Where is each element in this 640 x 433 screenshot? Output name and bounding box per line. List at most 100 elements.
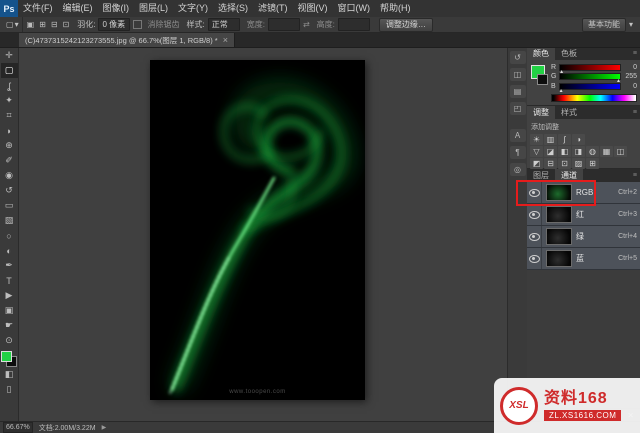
clone-source-panel-icon[interactable]: ◎: [510, 163, 526, 176]
channel-row-blue[interactable]: 蓝 Ctrl+5: [527, 248, 640, 270]
vibrance-icon[interactable]: ▽: [530, 146, 543, 157]
visibility-toggle[interactable]: [527, 248, 542, 269]
green-value[interactable]: 255: [624, 73, 637, 80]
subtract-selection-icon[interactable]: ⊟: [50, 20, 59, 29]
height-input[interactable]: [338, 18, 370, 31]
zoom-tool[interactable]: ⊙: [1, 333, 18, 348]
foreground-color-swatch[interactable]: [1, 351, 12, 362]
menu-filter[interactable]: 滤镜(T): [253, 0, 293, 17]
gradient-tool[interactable]: ▧: [1, 213, 18, 228]
hue-saturation-icon[interactable]: ◪: [544, 146, 557, 157]
eraser-tool[interactable]: ▭: [1, 198, 18, 213]
close-icon[interactable]: ×: [223, 35, 228, 45]
menu-edit[interactable]: 编辑(E): [58, 0, 98, 17]
gradient-map-icon[interactable]: ▨: [572, 158, 585, 169]
visibility-toggle[interactable]: [527, 204, 542, 225]
visibility-toggle[interactable]: [527, 182, 542, 203]
path-selection-tool[interactable]: ▶: [1, 288, 18, 303]
pen-tool[interactable]: ✒: [1, 258, 18, 273]
brush-tool[interactable]: ✐: [1, 153, 18, 168]
tab-channels[interactable]: 通道: [555, 169, 583, 182]
exposure-icon[interactable]: ◑: [572, 134, 585, 145]
tool-preset-picker[interactable]: ▢ ▾: [3, 17, 23, 32]
color-lookup-icon[interactable]: ◫: [614, 146, 627, 157]
menu-file[interactable]: 文件(F): [18, 0, 58, 17]
quick-mask-button[interactable]: ◧: [1, 367, 18, 382]
tab-swatches[interactable]: 色板: [555, 47, 583, 60]
paragraph-panel-icon[interactable]: ¶: [510, 146, 526, 159]
tab-adjustments[interactable]: 调整: [527, 106, 555, 119]
panel-menu-icon[interactable]: ≡: [630, 169, 640, 182]
antialias-checkbox[interactable]: [133, 20, 142, 29]
move-tool[interactable]: ✛: [1, 48, 18, 63]
menu-image[interactable]: 图像(I): [98, 0, 135, 17]
quick-selection-tool[interactable]: ✦: [1, 93, 18, 108]
channel-thumbnail[interactable]: [546, 250, 572, 267]
workspace-button[interactable]: 基本功能: [582, 18, 626, 32]
menu-layer[interactable]: 图层(L): [134, 0, 173, 17]
black-white-icon[interactable]: ◨: [572, 146, 585, 157]
channel-row-green[interactable]: 绿 Ctrl+4: [527, 226, 640, 248]
background-color-swatch[interactable]: [537, 74, 548, 85]
shape-tool[interactable]: ▣: [1, 303, 18, 318]
document-canvas[interactable]: www.tooopen.com: [150, 60, 365, 400]
swap-dimensions-icon[interactable]: ⇄: [303, 20, 310, 29]
panel-menu-icon[interactable]: ≡: [630, 47, 640, 60]
history-panel-icon[interactable]: ↺: [510, 51, 526, 64]
lasso-tool[interactable]: ʆ: [1, 78, 18, 93]
clone-stamp-tool[interactable]: ◉: [1, 168, 18, 183]
channel-row-red[interactable]: 红 Ctrl+3: [527, 204, 640, 226]
hand-tool[interactable]: ☛: [1, 318, 18, 333]
posterize-icon[interactable]: ⊟: [544, 158, 557, 169]
visibility-toggle[interactable]: [527, 226, 542, 247]
intersect-selection-icon[interactable]: ⊡: [62, 20, 71, 29]
invert-icon[interactable]: ◩: [530, 158, 543, 169]
channel-thumbnail[interactable]: [546, 228, 572, 245]
color-spectrum-ramp[interactable]: [551, 94, 637, 102]
blue-slider[interactable]: ▲: [559, 83, 621, 90]
character-panel-icon[interactable]: A: [510, 129, 526, 142]
red-slider[interactable]: ▲: [559, 64, 621, 71]
brightness-contrast-icon[interactable]: ☀: [530, 134, 543, 145]
eyedropper-tool[interactable]: ◗: [1, 123, 18, 138]
tab-styles[interactable]: 样式: [555, 106, 583, 119]
dodge-tool[interactable]: ◐: [1, 243, 18, 258]
selective-color-icon[interactable]: ⊞: [586, 158, 599, 169]
style-select[interactable]: 正常: [208, 18, 240, 31]
tab-color[interactable]: 颜色: [527, 47, 555, 60]
menu-type[interactable]: 文字(Y): [173, 0, 213, 17]
green-slider[interactable]: ▲: [559, 73, 621, 80]
info-panel-icon[interactable]: ▤: [510, 85, 526, 98]
menu-select[interactable]: 选择(S): [213, 0, 253, 17]
blue-value[interactable]: 0: [624, 83, 637, 90]
photo-filter-icon[interactable]: ◍: [586, 146, 599, 157]
new-selection-icon[interactable]: ▣: [26, 20, 36, 29]
menu-view[interactable]: 视图(V): [293, 0, 333, 17]
channel-mixer-icon[interactable]: ▦: [600, 146, 613, 157]
healing-brush-tool[interactable]: ⊕: [1, 138, 18, 153]
feather-input[interactable]: 0 像素: [98, 18, 130, 31]
red-value[interactable]: 0: [624, 64, 637, 71]
menu-help[interactable]: 帮助(H): [375, 0, 416, 17]
channel-row-rgb[interactable]: RGB Ctrl+2: [527, 182, 640, 204]
history-brush-tool[interactable]: ↺: [1, 183, 18, 198]
slider-handle-icon[interactable]: ▲: [559, 89, 564, 94]
crop-tool[interactable]: ⌗: [1, 108, 18, 123]
type-tool[interactable]: T: [1, 273, 18, 288]
levels-icon[interactable]: ▥: [544, 134, 557, 145]
width-input[interactable]: [268, 18, 300, 31]
refine-edge-button[interactable]: 调整边缘…: [379, 18, 433, 32]
document-tab[interactable]: (C)4737315242123273555.jpg @ 66.7%(图层 1,…: [19, 33, 235, 47]
tab-layers[interactable]: 图层: [527, 169, 555, 182]
screen-mode-button[interactable]: ▯: [1, 382, 18, 397]
zoom-level-field[interactable]: 66.67%: [3, 422, 33, 433]
channel-thumbnail[interactable]: [546, 206, 572, 223]
menu-window[interactable]: 窗口(W): [333, 0, 376, 17]
blur-tool[interactable]: ○: [1, 228, 18, 243]
status-flyout-icon[interactable]: ▶: [102, 424, 107, 431]
navigator-panel-icon[interactable]: ◰: [510, 102, 526, 115]
curves-icon[interactable]: ʃ: [558, 134, 571, 145]
add-selection-icon[interactable]: ⊞: [38, 20, 47, 29]
threshold-icon[interactable]: ⊡: [558, 158, 571, 169]
color-balance-icon[interactable]: ◧: [558, 146, 571, 157]
